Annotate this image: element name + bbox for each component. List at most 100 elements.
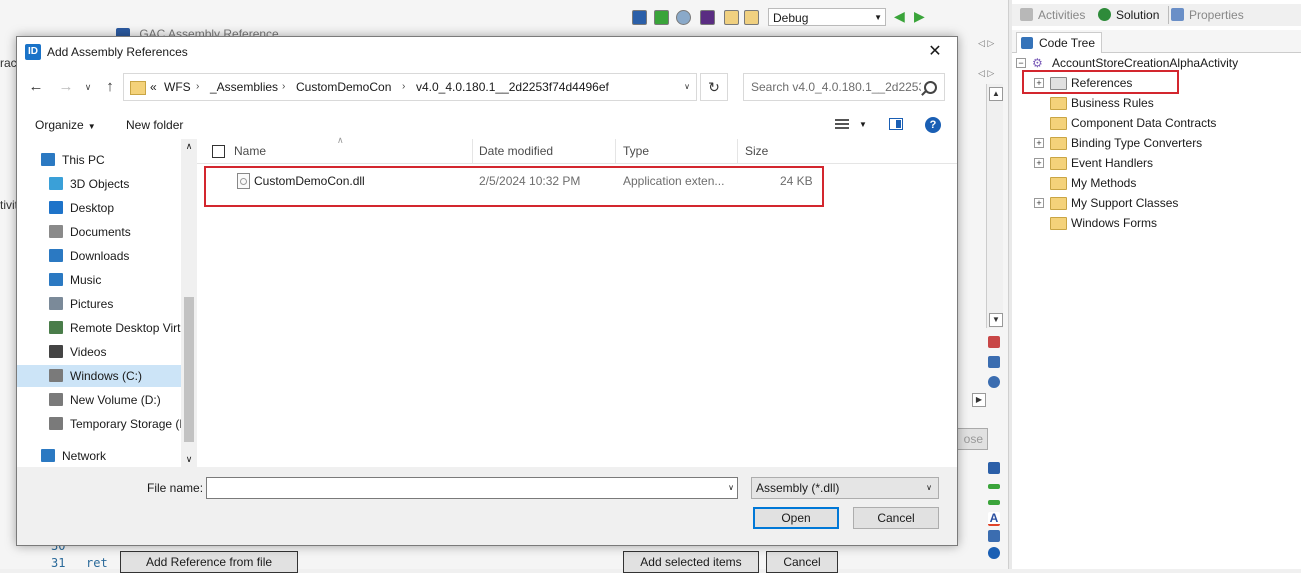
play-icon[interactable] xyxy=(676,10,691,25)
breadcrumb-item[interactable]: v4.0_4.0.180.1__2d2253f74d4496ef xyxy=(416,74,609,100)
expand-icon[interactable]: + xyxy=(1034,198,1044,208)
save-icon[interactable] xyxy=(988,462,1000,474)
help-icon[interactable] xyxy=(988,547,1000,559)
scrollbar-thumb[interactable] xyxy=(184,297,194,442)
chevron-up-icon[interactable]: ∧ xyxy=(181,141,197,152)
list-icon[interactable] xyxy=(988,530,1000,542)
chevron-down-icon[interactable]: ∨ xyxy=(181,454,197,465)
file-highlight-box xyxy=(204,166,824,207)
search-icon[interactable] xyxy=(924,81,937,94)
chevron-down-icon[interactable]: ▼ xyxy=(859,111,867,139)
tab-code-tree[interactable]: Code Tree xyxy=(1016,32,1103,53)
tree-item-component-data-contracts[interactable]: Component Data Contracts xyxy=(1034,114,1294,132)
back-arrow-icon[interactable]: ← xyxy=(25,77,47,97)
tab-solution[interactable]: Solution xyxy=(1096,6,1159,24)
file-type-filter[interactable]: Assembly (*.dll) ∨ xyxy=(751,477,939,499)
nav-item-remote-desktop-virtu[interactable]: Remote Desktop Virtu xyxy=(17,317,181,339)
chevron-down-icon[interactable]: ∨ xyxy=(724,477,738,499)
chevron-right-icon[interactable]: › xyxy=(196,74,199,100)
chevron-right-icon[interactable]: › xyxy=(402,74,405,100)
organize-button[interactable]: Organize ▼ xyxy=(35,111,96,141)
select-all-checkbox[interactable] xyxy=(212,145,225,158)
breadcrumb-overflow[interactable]: « xyxy=(150,74,157,100)
column-type[interactable]: Type xyxy=(616,139,738,163)
chevron-right-icon[interactable]: › xyxy=(282,74,285,100)
chevron-down-icon[interactable]: ∨ xyxy=(684,74,690,100)
tool-icon[interactable] xyxy=(988,336,1000,348)
close-icon[interactable]: ✕ xyxy=(913,37,957,67)
breadcrumb-item[interactable]: WFS xyxy=(164,74,191,100)
collapse-icon[interactable]: − xyxy=(1016,58,1026,68)
arrow-right-icon[interactable]: ▶ xyxy=(914,9,927,23)
dialog-titlebar: ID Add Assembly References ✕ xyxy=(17,37,957,67)
open-button[interactable]: Open xyxy=(753,507,839,529)
nav-item-this-pc[interactable]: This PC xyxy=(17,149,181,171)
forward-arrow-icon[interactable]: → xyxy=(55,77,77,97)
help-icon[interactable]: ? xyxy=(925,117,941,133)
refresh-icon[interactable]: ↻ xyxy=(700,73,728,101)
panel-nav-arrows-icon[interactable]: ◁ ▷ xyxy=(978,68,994,79)
nav-item-desktop[interactable]: Desktop xyxy=(17,197,181,219)
scroll-right-icon[interactable]: ▶ xyxy=(972,393,986,407)
up-arrow-icon[interactable]: ↑ xyxy=(99,77,121,97)
folder-open-icon[interactable] xyxy=(724,10,739,25)
column-name[interactable]: Name xyxy=(227,139,473,163)
breadcrumb-item[interactable]: _Assemblies xyxy=(210,74,278,100)
add-selected-items-button[interactable]: Add selected items xyxy=(623,551,759,573)
expand-icon[interactable]: + xyxy=(1034,138,1044,148)
bg-cancel-button[interactable]: Cancel xyxy=(766,551,838,573)
nav-item-pictures[interactable]: Pictures xyxy=(17,293,181,315)
panel-nav-arrows-icon[interactable]: ◁ ▷ xyxy=(978,38,994,49)
tree-item-binding-type-converters[interactable]: + Binding Type Converters xyxy=(1034,134,1294,152)
nav-item-downloads[interactable]: Downloads xyxy=(17,245,181,267)
folder-icon xyxy=(1050,117,1067,130)
copy-icon[interactable] xyxy=(744,10,759,25)
font-color-icon[interactable]: A xyxy=(988,512,1000,526)
scroll-down-icon[interactable]: ▼ xyxy=(989,313,1003,327)
recent-locations-chevron-icon[interactable]: ∨ xyxy=(77,77,99,97)
breadcrumb-item[interactable]: CustomDemoCon xyxy=(296,74,391,100)
search-box[interactable]: Search v4.0_4.0.180.1__2d2253... xyxy=(743,73,945,101)
tree-item-my-methods[interactable]: My Methods xyxy=(1034,174,1294,192)
new-folder-button[interactable]: New folder xyxy=(126,111,183,139)
inner-scrollbar[interactable]: ▲ ▼ xyxy=(986,84,1003,328)
tree-item-event-handlers[interactable]: + Event Handlers xyxy=(1034,154,1294,172)
nav-pane-scrollbar[interactable]: ∧ ∨ xyxy=(181,139,197,467)
cancel-button[interactable]: Cancel xyxy=(853,507,939,529)
tree-item-my-support-classes[interactable]: + My Support Classes xyxy=(1034,194,1294,212)
nav-item-windows-c[interactable]: Windows (C:) xyxy=(17,365,181,387)
preview-pane-icon[interactable] xyxy=(889,118,903,130)
add-reference-from-file-button[interactable]: Add Reference from file xyxy=(120,551,298,573)
scroll-up-icon[interactable]: ▲ xyxy=(989,87,1003,101)
column-date-modified[interactable]: Date modified xyxy=(472,139,616,163)
nav-item-videos[interactable]: Videos xyxy=(17,341,181,363)
tree-item-business-rules[interactable]: Business Rules xyxy=(1034,94,1294,112)
arrow-left-icon[interactable]: ◀ xyxy=(894,9,907,23)
nav-item-documents[interactable]: Documents xyxy=(17,221,181,243)
folder-icon xyxy=(1050,197,1067,210)
tree-item-windows-forms[interactable]: Windows Forms xyxy=(1034,214,1294,232)
save-icon[interactable] xyxy=(632,10,647,25)
nav-item-3d-objects[interactable]: 3D Objects xyxy=(17,173,181,195)
visual-studio-icon[interactable] xyxy=(700,10,715,25)
tab-activities[interactable]: Activities xyxy=(1018,6,1085,24)
find-icon[interactable] xyxy=(988,356,1000,368)
check-icon[interactable] xyxy=(654,10,669,25)
arrow-right-icon[interactable] xyxy=(988,484,1000,489)
folder-icon xyxy=(1050,137,1067,150)
nav-item-temporary-storage-e[interactable]: Temporary Storage (E xyxy=(17,413,181,435)
view-options-icon[interactable] xyxy=(835,119,849,131)
nav-item-new-volume-d[interactable]: New Volume (D:) xyxy=(17,389,181,411)
nav-item-network[interactable]: Network xyxy=(17,445,181,467)
activities-icon xyxy=(1020,8,1033,21)
expand-icon[interactable]: + xyxy=(1034,158,1044,168)
search-input[interactable]: Search v4.0_4.0.180.1__2d2253... xyxy=(744,74,921,100)
column-size[interactable]: Size xyxy=(738,139,818,163)
file-name-input[interactable] xyxy=(206,477,738,499)
address-bar[interactable]: « WFS › _Assemblies › CustomDemoCon › v4… xyxy=(123,73,697,101)
drive-c-icon xyxy=(49,369,63,382)
zoom-icon[interactable] xyxy=(988,376,1000,388)
tab-properties[interactable]: Properties xyxy=(1168,6,1244,24)
nav-item-music[interactable]: Music xyxy=(17,269,181,291)
arrow-left-icon[interactable] xyxy=(988,500,1000,505)
